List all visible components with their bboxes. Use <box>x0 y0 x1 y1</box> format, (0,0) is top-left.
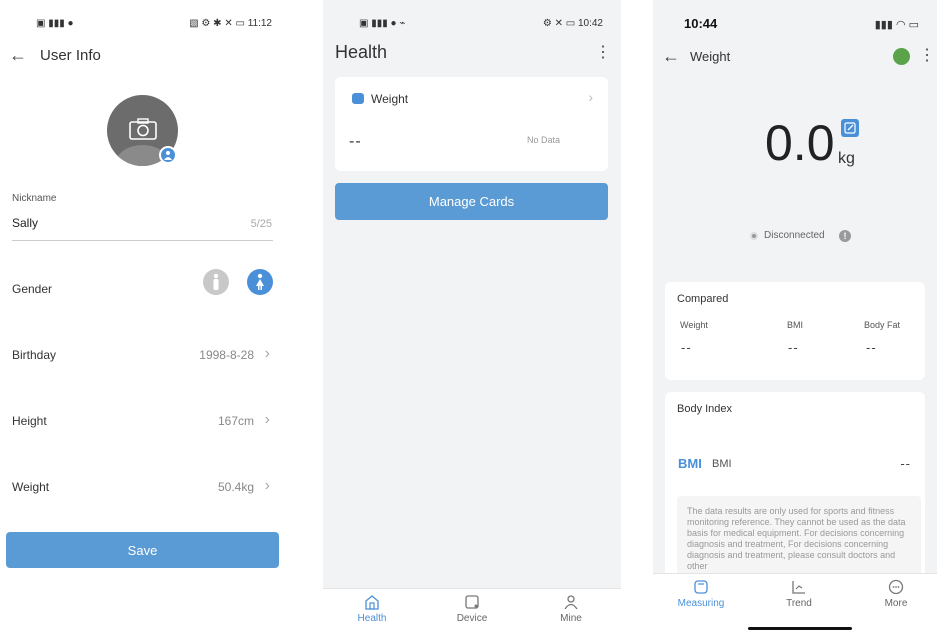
tab-device[interactable]: Device <box>442 593 502 624</box>
pencil-icon <box>844 122 856 134</box>
avatar-edit-badge[interactable] <box>159 146 177 164</box>
chevron-right-icon: › <box>264 411 270 428</box>
weight-card[interactable]: Weight › -- No Data <box>335 77 608 171</box>
scale-icon <box>352 93 364 104</box>
male-icon <box>213 273 219 290</box>
tab-measuring[interactable]: Measuring <box>671 578 731 609</box>
compared-bodyfat-label: Body Fat <box>864 320 901 330</box>
height-label: Height <box>12 414 47 428</box>
house-icon <box>365 595 379 610</box>
health-screen: ▣ ▮▮▮ ● ⌁ ⚙ ✕ ▭ 10:42 Health ⋮ Weight › … <box>323 0 621 633</box>
status-bar: ▣ ▮▮▮ ● ▧ ⚙ ✱ ✕ ▭ 11:12 <box>0 0 290 44</box>
status-icons-right: ⚙ ✕ ▭ 10:42 <box>542 18 603 29</box>
chevron-right-icon: › <box>588 89 593 105</box>
status-icons-right: ▮▮▮ ◠ ▭ <box>874 19 919 31</box>
nickname-input[interactable] <box>12 216 212 230</box>
tab-more[interactable]: More <box>866 578 926 609</box>
manage-cards-button[interactable]: Manage Cards <box>335 183 608 220</box>
no-data-text: No Data <box>526 135 560 145</box>
compared-title: Compared <box>677 293 729 305</box>
compared-card: Compared Weight BMI Body Fat -- -- -- <box>665 282 925 380</box>
bmi-label: BMI <box>712 458 732 470</box>
height-value: 167cm <box>217 414 254 428</box>
tab-label: Health <box>357 613 387 624</box>
birthday-value: 1998-8-28 <box>199 348 254 362</box>
chevron-right-icon: › <box>264 477 270 494</box>
bottom-tab-bar: Health Device Mine <box>323 588 621 633</box>
card-title: Weight <box>371 92 409 106</box>
page-title: Weight <box>690 49 731 64</box>
female-icon <box>256 273 264 290</box>
user-info-screen: ▣ ▮▮▮ ● ▧ ⚙ ✱ ✕ ▭ 11:12 ← User Info Nick… <box>0 0 290 633</box>
tab-label: Device <box>456 613 488 624</box>
save-button[interactable]: Save <box>6 532 279 568</box>
page-title: Health <box>335 42 388 62</box>
weight-row[interactable]: Weight 50.4kg › <box>0 468 290 508</box>
edit-icon[interactable] <box>841 119 859 137</box>
compared-weight-value: -- <box>681 340 692 355</box>
gender-row: Gender <box>0 270 290 310</box>
nickname-char-count: 5/25 <box>250 218 272 230</box>
bottom-tab-bar: Measuring Trend More <box>653 573 937 633</box>
compared-bmi-label: BMI <box>787 320 804 330</box>
compared-bmi-value: -- <box>788 340 799 355</box>
card-value: -- <box>349 133 362 150</box>
status-icons-left: ▣ ▮▮▮ ● ⌁ <box>359 18 406 29</box>
tab-trend[interactable]: Trend <box>769 578 829 609</box>
compared-weight-label: Weight <box>680 320 708 330</box>
tab-mine[interactable]: Mine <box>541 593 601 624</box>
trend-icon <box>792 581 805 594</box>
status-icons-left: ▣ ▮▮▮ ● <box>36 18 74 29</box>
status-icons-right: ▧ ⚙ ✱ ✕ ▭ 11:12 <box>189 18 272 29</box>
info-icon[interactable]: ! <box>839 230 851 242</box>
more-icon <box>888 579 904 595</box>
status-time: 11:12 <box>247 18 272 29</box>
home-indicator <box>748 627 852 630</box>
gender-label: Gender <box>12 282 53 296</box>
person-icon <box>564 595 578 610</box>
scale-icon <box>694 580 708 594</box>
status-time: 10:44 <box>684 16 718 31</box>
tab-health[interactable]: Health <box>342 593 402 624</box>
chevron-right-icon: › <box>264 345 270 362</box>
weight-reading: 0.0 <box>765 115 835 171</box>
weight-value: 50.4kg <box>217 480 254 494</box>
gender-male-button[interactable] <box>203 269 229 295</box>
compared-bodyfat-value: -- <box>866 340 877 355</box>
device-icon <box>465 595 479 609</box>
bmi-value: -- <box>900 456 911 471</box>
tab-label: Trend <box>786 598 812 609</box>
camera-icon <box>129 118 157 140</box>
weight-unit: kg <box>838 150 855 167</box>
weight-screen: 10:44 ▮▮▮ ◠ ▭ ← Weight ⋮ 0.0 kg Disconne… <box>653 0 937 633</box>
connection-status-dot <box>750 232 758 240</box>
tab-label: More <box>884 598 908 609</box>
avatar[interactable] <box>893 48 910 65</box>
bmi-icon: BMI <box>678 456 702 471</box>
body-index-title: Body Index <box>677 403 733 415</box>
page-title: User Info <box>40 47 101 64</box>
birthday-row[interactable]: Birthday 1998-8-28 › <box>0 336 290 376</box>
tab-label: Mine <box>560 613 582 624</box>
back-arrow-icon[interactable]: ← <box>662 46 682 66</box>
nickname-label: Nickname <box>12 193 57 204</box>
status-bar: 10:44 ▮▮▮ ◠ ▭ <box>653 0 937 44</box>
connection-status: Disconnected <box>764 230 825 241</box>
birthday-label: Birthday <box>12 348 57 362</box>
body-index-card: Body Index BMI BMI -- The data results a… <box>665 392 925 592</box>
status-bar: ▣ ▮▮▮ ● ⌁ ⚙ ✕ ▭ 10:42 <box>323 0 621 44</box>
more-menu-icon[interactable]: ⋮ <box>919 47 935 65</box>
back-arrow-icon[interactable]: ← <box>9 45 29 65</box>
nickname-underline <box>12 240 273 241</box>
more-menu-icon[interactable]: ⋮ <box>595 44 611 62</box>
weight-label: Weight <box>12 480 50 494</box>
height-row[interactable]: Height 167cm › <box>0 402 290 442</box>
person-icon <box>164 151 172 160</box>
tab-label: Measuring <box>677 598 725 609</box>
status-time: 10:42 <box>577 18 603 29</box>
gender-female-button[interactable] <box>247 269 273 295</box>
